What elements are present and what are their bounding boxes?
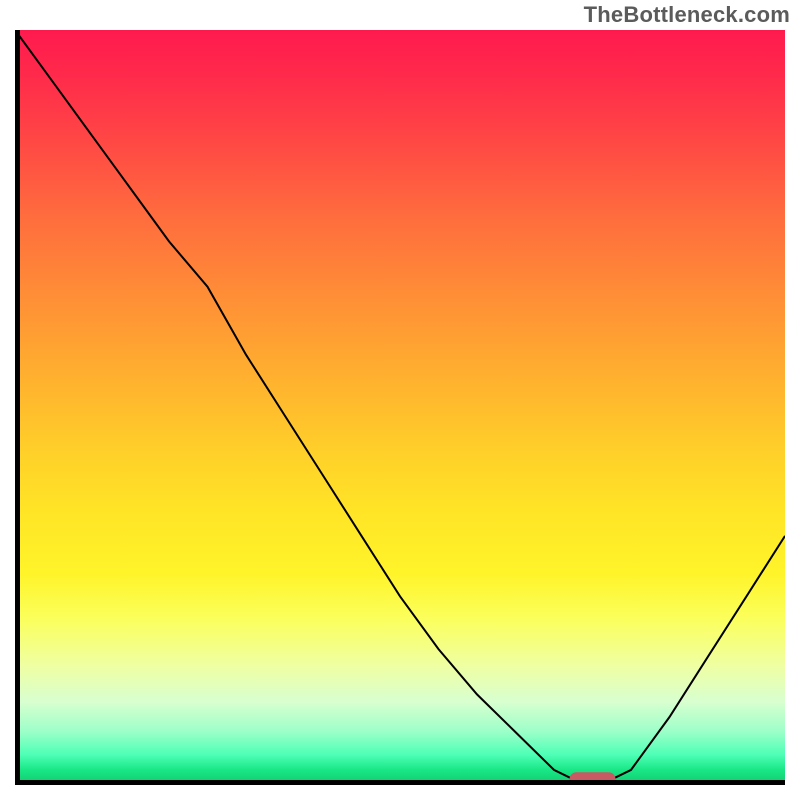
y-axis-line xyxy=(15,30,20,785)
bottleneck-curve xyxy=(15,30,785,781)
plot-area xyxy=(15,30,785,785)
chart-container: TheBottleneck.com xyxy=(0,0,800,800)
watermark-text: TheBottleneck.com xyxy=(584,2,790,28)
chart-svg-overlay xyxy=(15,30,785,785)
x-axis-line xyxy=(15,780,785,785)
